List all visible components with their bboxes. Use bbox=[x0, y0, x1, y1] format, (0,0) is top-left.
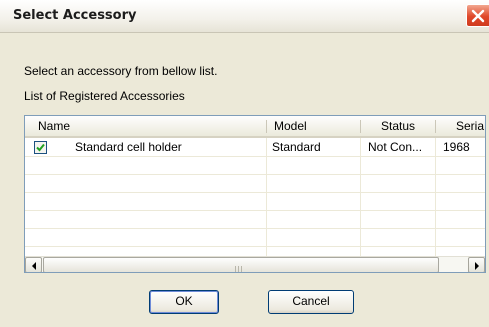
cancel-button[interactable]: Cancel bbox=[268, 290, 354, 314]
table-row[interactable]: Standard cell holder Standard Not Con...… bbox=[25, 138, 485, 157]
grip-icon bbox=[235, 262, 244, 272]
grid-line bbox=[435, 138, 436, 256]
intro-text: Select an accessory from bellow list. bbox=[24, 64, 218, 78]
list-label: List of Registered Accessories bbox=[24, 89, 185, 103]
list-body: Standard cell holder Standard Not Con...… bbox=[25, 138, 485, 256]
list-header: Name Model Status Seria bbox=[25, 116, 485, 138]
column-divider[interactable] bbox=[266, 120, 267, 133]
column-header-model[interactable]: Model bbox=[274, 119, 307, 135]
table-row bbox=[25, 174, 485, 193]
title-bar[interactable]: Select Accessory bbox=[0, 0, 489, 33]
column-header-serial[interactable]: Seria bbox=[456, 119, 484, 135]
cell-model: Standard bbox=[272, 140, 321, 154]
scroll-left-button[interactable] bbox=[25, 257, 42, 272]
row-checkbox[interactable] bbox=[34, 141, 47, 154]
table-row bbox=[25, 228, 485, 247]
table-row bbox=[25, 210, 485, 229]
arrow-right-icon bbox=[475, 262, 479, 270]
accessory-list[interactable]: Name Model Status Seria Standard cell ho… bbox=[24, 115, 486, 273]
grid-line bbox=[360, 138, 361, 256]
horizontal-scrollbar[interactable] bbox=[25, 256, 485, 272]
close-button[interactable] bbox=[466, 4, 489, 27]
table-row bbox=[25, 192, 485, 211]
window-title: Select Accessory bbox=[13, 8, 137, 23]
column-header-name[interactable]: Name bbox=[38, 119, 70, 135]
column-divider[interactable] bbox=[360, 120, 361, 133]
column-divider[interactable] bbox=[435, 120, 436, 133]
close-icon bbox=[471, 9, 485, 23]
cell-status: Not Con... bbox=[368, 140, 423, 154]
grid-line bbox=[266, 138, 267, 256]
cell-name: Standard cell holder bbox=[75, 140, 182, 154]
cell-serial: 1968 bbox=[443, 140, 470, 154]
checkmark-icon bbox=[36, 143, 45, 152]
column-header-status[interactable]: Status bbox=[381, 119, 415, 135]
arrow-left-icon bbox=[32, 262, 36, 270]
ok-button[interactable]: OK bbox=[149, 290, 219, 314]
scroll-thumb[interactable] bbox=[43, 257, 439, 272]
scroll-right-button[interactable] bbox=[468, 257, 485, 272]
table-row bbox=[25, 156, 485, 175]
